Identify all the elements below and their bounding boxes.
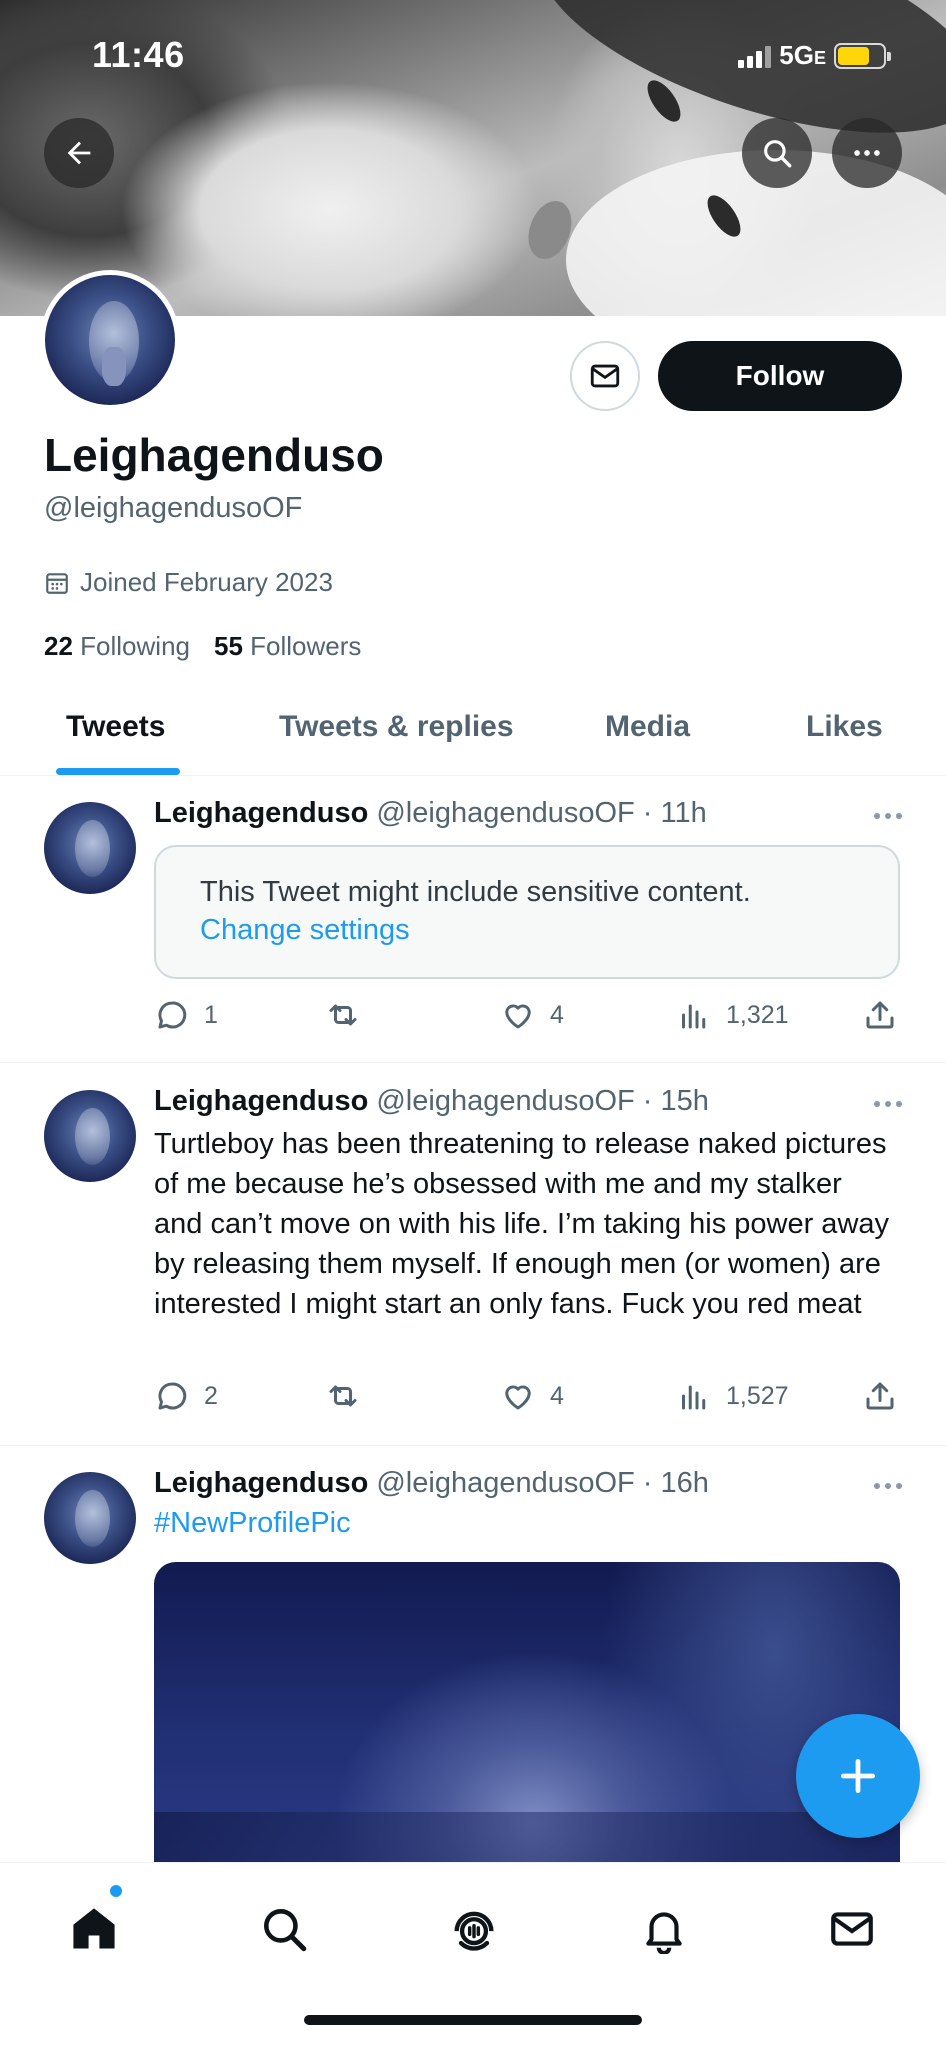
battery-icon <box>834 42 891 69</box>
views-icon <box>682 1385 706 1410</box>
views-icon <box>682 1004 706 1029</box>
tweet-more-button[interactable] <box>874 1101 902 1107</box>
like-icon <box>505 1385 531 1410</box>
follow-counts: 22 Following 55 Followers <box>44 631 361 662</box>
reply-button[interactable]: 2 <box>154 1378 218 1414</box>
signal-icon <box>738 44 772 68</box>
followers-link[interactable]: 55 Followers <box>214 631 361 662</box>
joined-date: Joined February 2023 <box>44 567 333 598</box>
bell-icon <box>646 1912 682 1954</box>
display-name: Leighagenduso <box>44 429 384 481</box>
tweet-more-button[interactable] <box>874 813 902 819</box>
views-button[interactable]: 1,321 <box>676 997 789 1033</box>
home-icon <box>73 1908 115 1949</box>
reply-icon <box>158 1001 187 1029</box>
more-options-button[interactable] <box>832 118 902 188</box>
back-button[interactable] <box>44 118 114 188</box>
search-icon <box>264 1909 307 1952</box>
tweet-avatar[interactable] <box>44 1472 136 1564</box>
tweet-more-button[interactable] <box>874 1483 902 1489</box>
tweet[interactable]: Leighagenduso @leighagendusoOF · 11h Thi… <box>0 777 946 1063</box>
nav-messages[interactable] <box>822 1899 882 1959</box>
like-button[interactable]: 4 <box>500 1378 564 1414</box>
following-link[interactable]: 22 Following <box>44 631 190 662</box>
status-indicators: 5GE <box>738 40 891 71</box>
like-button[interactable]: 4 <box>500 997 564 1033</box>
change-settings-link[interactable]: Change settings <box>200 911 854 949</box>
nav-notifications[interactable] <box>634 1899 694 1959</box>
network-label: 5GE <box>779 40 826 70</box>
compose-tweet-button[interactable] <box>796 1714 920 1838</box>
search-button[interactable] <box>742 118 812 188</box>
retweet-icon <box>329 1385 357 1407</box>
share-button[interactable] <box>862 997 898 1033</box>
tweet-avatar[interactable] <box>44 1090 136 1182</box>
mail-icon <box>590 364 620 388</box>
tweet-actions: 1 4 1,321 <box>154 997 900 1037</box>
spaces-icon <box>454 1911 494 1951</box>
share-button[interactable] <box>862 1378 898 1414</box>
hashtag-link[interactable]: #NewProfilePic <box>154 1507 351 1540</box>
tweet-header: Leighagenduso @leighagendusoOF · 11h <box>154 797 707 829</box>
profile-avatar[interactable] <box>40 270 180 410</box>
notification-dot <box>110 1885 122 1897</box>
status-time: 11:46 <box>92 34 185 75</box>
tweet[interactable]: Leighagenduso @leighagendusoOF · 15h Tur… <box>0 1064 946 1446</box>
mail-icon <box>831 1912 873 1946</box>
more-icon <box>854 150 880 156</box>
share-icon <box>866 1382 894 1410</box>
tweet-text: Turtleboy has been threatening to releas… <box>154 1128 890 1320</box>
nav-search[interactable] <box>254 1899 314 1959</box>
calendar-icon <box>46 572 68 594</box>
nav-spaces[interactable] <box>444 1899 504 1959</box>
profile-tabs: Tweets Tweets & replies Media Likes <box>0 700 946 776</box>
like-icon <box>505 1004 531 1029</box>
nav-home[interactable] <box>64 1899 124 1959</box>
sensitive-content-notice: This Tweet might include sensitive conte… <box>154 845 900 979</box>
retweet-icon <box>329 1004 357 1026</box>
tweet-header: Leighagenduso @leighagendusoOF · 15h <box>154 1085 709 1117</box>
profile-handle: @leighagendusoOF <box>44 492 303 524</box>
retweet-button[interactable] <box>324 1378 362 1414</box>
back-arrow-icon <box>67 141 91 165</box>
tab-media[interactable]: Media <box>605 710 690 744</box>
follow-button[interactable]: Follow <box>658 341 902 411</box>
search-icon <box>764 140 792 168</box>
share-icon <box>866 1001 894 1029</box>
views-button[interactable]: 1,527 <box>676 1378 789 1414</box>
bottom-nav-bar <box>0 1862 946 2048</box>
home-indicator <box>304 2015 642 2025</box>
tab-likes[interactable]: Likes <box>806 710 883 744</box>
message-button[interactable] <box>570 341 640 411</box>
retweet-button[interactable] <box>324 997 362 1033</box>
tab-tweets[interactable]: Tweets <box>66 710 165 744</box>
reply-icon <box>158 1382 187 1410</box>
tweet-header: Leighagenduso @leighagendusoOF · 16h <box>154 1467 709 1499</box>
tab-tweets-replies[interactable]: Tweets & replies <box>279 710 514 744</box>
tweet-media-image[interactable] <box>154 1562 900 1862</box>
reply-button[interactable]: 1 <box>154 997 218 1033</box>
active-tab-indicator <box>56 768 180 775</box>
compose-icon <box>840 1758 876 1794</box>
tweet-avatar[interactable] <box>44 802 136 894</box>
tweet-actions: 2 4 1,527 <box>154 1378 900 1418</box>
